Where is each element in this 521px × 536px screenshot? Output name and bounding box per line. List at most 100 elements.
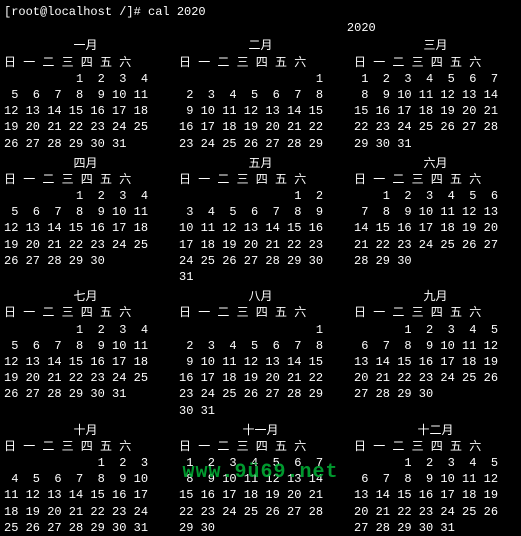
month-title: 四月: [4, 156, 167, 172]
week-row: 20 21 22 23 24 25 26: [354, 504, 517, 520]
week-row: 1: [179, 322, 342, 338]
month-title: 三月: [354, 38, 517, 54]
week-row: 23 24 25 26 27 28 29: [179, 136, 342, 152]
day-header: 日 一 二 三 四 五 六: [354, 439, 517, 455]
week-row: 28 29 30: [354, 253, 517, 269]
month-title: 八月: [179, 289, 342, 305]
month-11: 十一月日 一 二 三 四 五 六 1 2 3 4 5 6 7 8 9 10 11…: [179, 423, 342, 536]
day-header: 日 一 二 三 四 五 六: [354, 172, 517, 188]
week-row: 5 6 7 8 9 10 11: [4, 204, 167, 220]
month-6: 六月日 一 二 三 四 五 六 1 2 3 4 5 6 7 8 9 10 11 …: [354, 156, 517, 286]
week-row: 2 3 4 5 6 7 8: [179, 87, 342, 103]
month-title: 十一月: [179, 423, 342, 439]
week-row: 29 30: [179, 520, 342, 536]
week-row: 8 9 10 11 12 13 14: [354, 87, 517, 103]
day-header: 日 一 二 三 四 五 六: [4, 172, 167, 188]
week-row: 19 20 21 22 23 24 25: [4, 237, 167, 253]
week-row: 13 14 15 16 17 18 19: [354, 487, 517, 503]
day-header: 日 一 二 三 四 五 六: [354, 55, 517, 71]
month-title: 十二月: [354, 423, 517, 439]
week-row: 16 17 18 19 20 21 22: [179, 370, 342, 386]
week-row: 29 30 31: [354, 136, 517, 152]
month-title: 七月: [4, 289, 167, 305]
week-row: 1 2 3 4 5 6 7: [179, 455, 342, 471]
week-row: 23 24 25 26 27 28 29: [179, 386, 342, 402]
day-header: 日 一 二 三 四 五 六: [4, 305, 167, 321]
month-title: 二月: [179, 38, 342, 54]
week-row: 12 13 14 15 16 17 18: [4, 354, 167, 370]
week-row: 1 2 3 4: [4, 71, 167, 87]
day-header: 日 一 二 三 四 五 六: [179, 439, 342, 455]
week-row: 9 10 11 12 13 14 15: [179, 354, 342, 370]
week-row: 27 28 29 30 31: [354, 520, 517, 536]
week-row: 18 19 20 21 22 23 24: [4, 504, 167, 520]
week-row: 1 2 3 4: [4, 188, 167, 204]
week-row: 6 7 8 9 10 11 12: [354, 338, 517, 354]
week-row: 21 22 23 24 25 26 27: [354, 237, 517, 253]
week-row: 22 23 24 25 26 27 28: [354, 119, 517, 135]
week-row: 20 21 22 23 24 25 26: [354, 370, 517, 386]
week-row: 15 16 17 18 19 20 21: [354, 103, 517, 119]
week-row: 8 9 10 11 12 13 14: [179, 471, 342, 487]
month-1: 一月日 一 二 三 四 五 六 1 2 3 4 5 6 7 8 9 10 111…: [4, 38, 167, 151]
week-row: 9 10 11 12 13 14 15: [179, 103, 342, 119]
week-row: 22 23 24 25 26 27 28: [179, 504, 342, 520]
day-header: 日 一 二 三 四 五 六: [179, 172, 342, 188]
week-row: 12 13 14 15 16 17 18: [4, 103, 167, 119]
week-row: 26 27 28 29 30 31: [4, 386, 167, 402]
month-5: 五月日 一 二 三 四 五 六 1 2 3 4 5 6 7 8 910 11 1…: [179, 156, 342, 286]
month-9: 九月日 一 二 三 四 五 六 1 2 3 4 5 6 7 8 9 10 11 …: [354, 289, 517, 419]
month-12: 十二月日 一 二 三 四 五 六 1 2 3 4 5 6 7 8 9 10 11…: [354, 423, 517, 536]
week-row: 24 25 26 27 28 29 30: [179, 253, 342, 269]
week-row: 15 16 17 18 19 20 21: [179, 487, 342, 503]
week-row: 1 2 3 4 5: [354, 455, 517, 471]
week-row: 11 12 13 14 15 16 17: [4, 487, 167, 503]
week-row: 2 3 4 5 6 7 8: [179, 338, 342, 354]
shell-prompt[interactable]: [root@localhost /]# cal 2020: [4, 4, 517, 20]
month-title: 十月: [4, 423, 167, 439]
week-row: 14 15 16 17 18 19 20: [354, 220, 517, 236]
month-2: 二月日 一 二 三 四 五 六 1 2 3 4 5 6 7 8 9 10 11 …: [179, 38, 342, 151]
week-row: 26 27 28 29 30 31: [4, 136, 167, 152]
day-header: 日 一 二 三 四 五 六: [179, 55, 342, 71]
week-row: 1 2 3 4 5: [354, 322, 517, 338]
week-row: 16 17 18 19 20 21 22: [179, 119, 342, 135]
year-title: 2020: [4, 20, 517, 36]
day-header: 日 一 二 三 四 五 六: [354, 305, 517, 321]
month-4: 四月日 一 二 三 四 五 六 1 2 3 4 5 6 7 8 9 10 111…: [4, 156, 167, 286]
week-row: 13 14 15 16 17 18 19: [354, 354, 517, 370]
week-row: 30 31: [179, 403, 342, 419]
day-header: 日 一 二 三 四 五 六: [179, 305, 342, 321]
month-title: 九月: [354, 289, 517, 305]
week-row: 1 2 3 4 5 6 7: [354, 71, 517, 87]
week-row: 1 2 3: [4, 455, 167, 471]
week-row: 12 13 14 15 16 17 18: [4, 220, 167, 236]
day-header: 日 一 二 三 四 五 六: [4, 439, 167, 455]
week-row: 10 11 12 13 14 15 16: [179, 220, 342, 236]
week-row: 17 18 19 20 21 22 23: [179, 237, 342, 253]
week-row: 4 5 6 7 8 9 10: [4, 471, 167, 487]
week-row: 5 6 7 8 9 10 11: [4, 338, 167, 354]
week-row: 27 28 29 30: [354, 386, 517, 402]
week-row: 1 2: [179, 188, 342, 204]
week-row: 19 20 21 22 23 24 25: [4, 370, 167, 386]
week-row: 19 20 21 22 23 24 25: [4, 119, 167, 135]
week-row: 1 2 3 4: [4, 322, 167, 338]
month-title: 五月: [179, 156, 342, 172]
month-title: 一月: [4, 38, 167, 54]
calendar-grid: 一月日 一 二 三 四 五 六 1 2 3 4 5 6 7 8 9 10 111…: [4, 38, 517, 536]
day-header: 日 一 二 三 四 五 六: [4, 55, 167, 71]
week-row: 26 27 28 29 30: [4, 253, 167, 269]
week-row: 5 6 7 8 9 10 11: [4, 87, 167, 103]
week-row: 1 2 3 4 5 6: [354, 188, 517, 204]
month-10: 十月日 一 二 三 四 五 六 1 2 3 4 5 6 7 8 9 1011 1…: [4, 423, 167, 536]
week-row: 1: [179, 71, 342, 87]
week-row: 7 8 9 10 11 12 13: [354, 204, 517, 220]
month-3: 三月日 一 二 三 四 五 六 1 2 3 4 5 6 7 8 9 10 11 …: [354, 38, 517, 151]
week-row: 6 7 8 9 10 11 12: [354, 471, 517, 487]
month-7: 七月日 一 二 三 四 五 六 1 2 3 4 5 6 7 8 9 10 111…: [4, 289, 167, 419]
week-row: 3 4 5 6 7 8 9: [179, 204, 342, 220]
month-8: 八月日 一 二 三 四 五 六 1 2 3 4 5 6 7 8 9 10 11 …: [179, 289, 342, 419]
month-title: 六月: [354, 156, 517, 172]
week-row: 25 26 27 28 29 30 31: [4, 520, 167, 536]
